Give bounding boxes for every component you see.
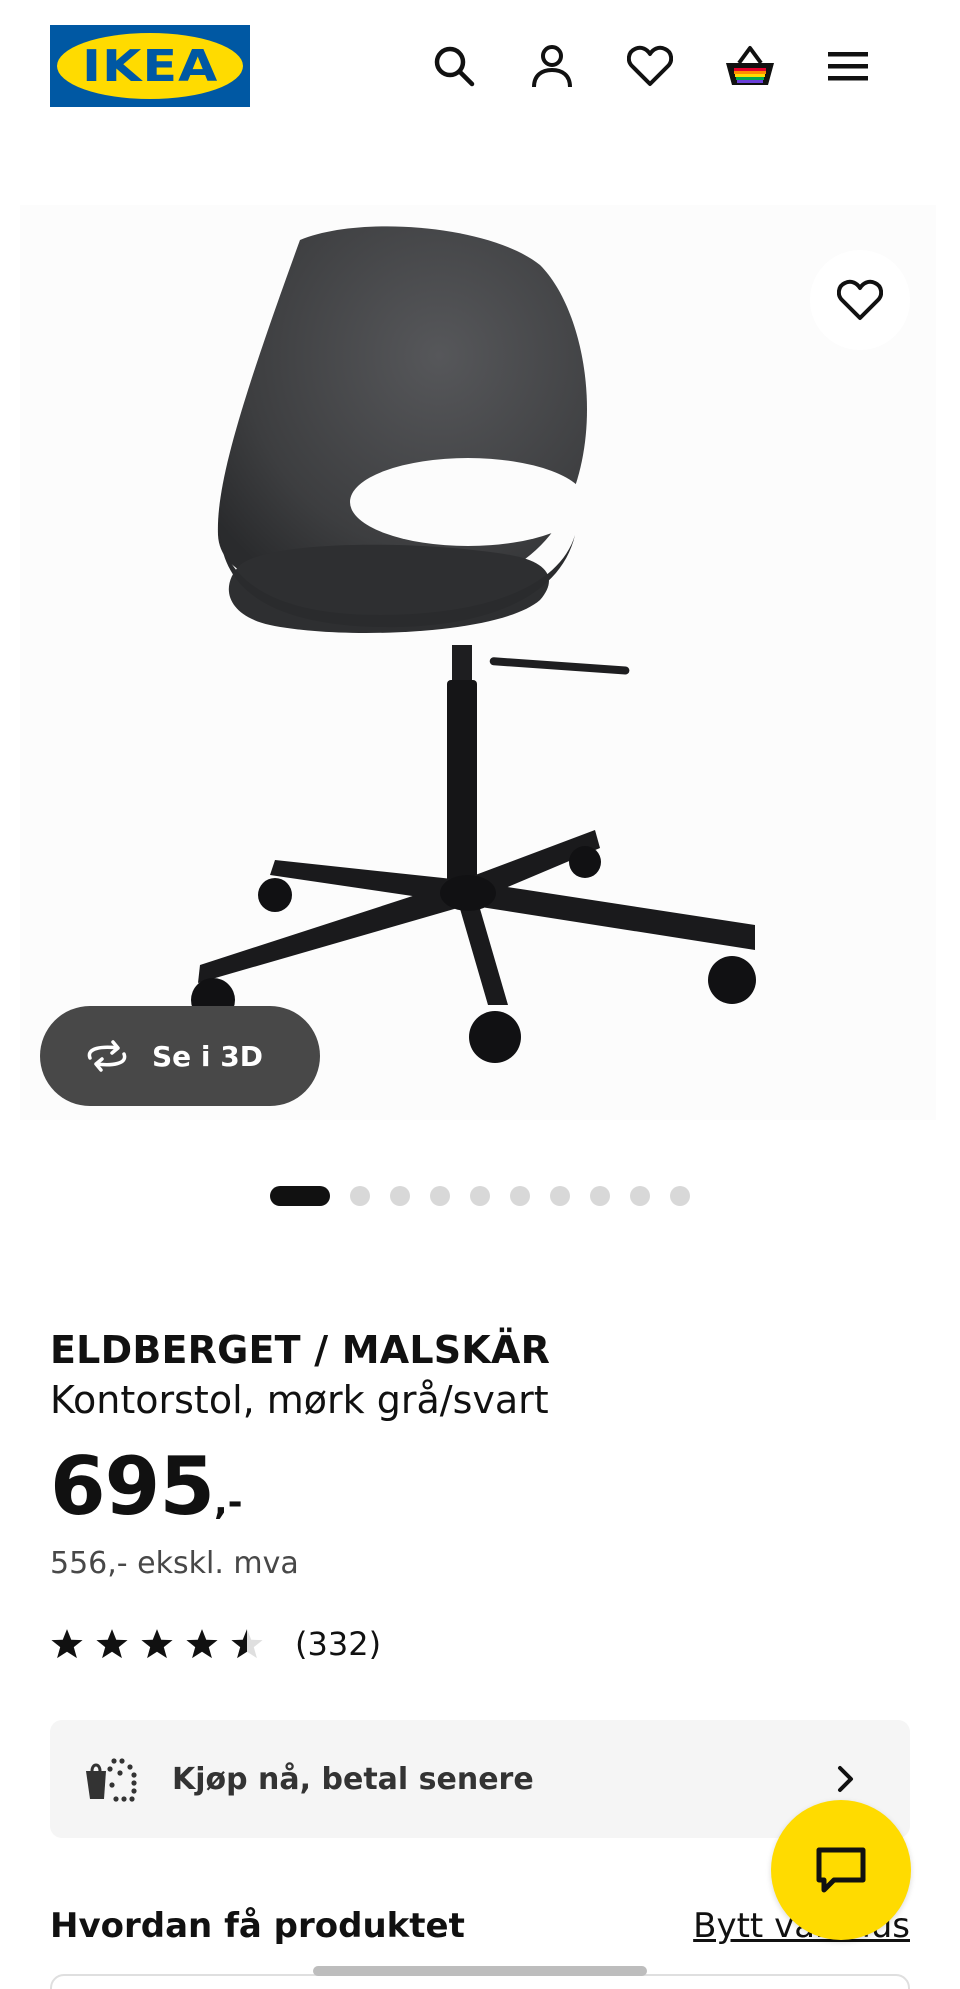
rotate-3d-icon: [87, 1040, 127, 1072]
carousel-dot-8[interactable]: [590, 1186, 610, 1206]
carousel-dot-2[interactable]: [350, 1186, 370, 1206]
star-full-icon: [186, 1629, 218, 1659]
star-full-icon: [51, 1629, 83, 1659]
buy-now-pay-later-card[interactable]: Kjøp nå, betal senere: [50, 1720, 910, 1838]
star-full-icon: [96, 1629, 128, 1659]
basket-icon[interactable]: [720, 36, 780, 96]
save-to-wishlist-button[interactable]: [810, 250, 910, 350]
header: IKEA: [0, 0, 960, 130]
view-in-3d-label: Se i 3D: [152, 1039, 263, 1073]
star-half-icon: [231, 1629, 263, 1659]
ikea-logo[interactable]: IKEA: [50, 25, 250, 107]
price-excluding-vat: 556,- ekskl. mva: [50, 1546, 299, 1581]
carousel-dot-4[interactable]: [430, 1186, 450, 1206]
delivery-section-title: Hvordan få produktet: [50, 1906, 465, 1946]
chevron-right-icon: [838, 1766, 853, 1792]
logo-oval: IKEA: [57, 33, 243, 99]
delivery-options-box[interactable]: [50, 1974, 910, 1989]
chat-button[interactable]: [771, 1800, 911, 1940]
product-rating[interactable]: (332): [50, 1625, 381, 1663]
user-icon[interactable]: [522, 36, 582, 96]
carousel-dot-7[interactable]: [550, 1186, 570, 1206]
product-price: 695,-: [50, 1440, 243, 1533]
image-carousel-indicator: [270, 1186, 710, 1206]
rating-count: (332): [295, 1625, 382, 1663]
heart-icon: [837, 279, 883, 320]
logo-text: IKEA: [81, 40, 219, 92]
product-name: ELDBERGET / MALSKÄR: [50, 1328, 551, 1372]
price-value: 695: [50, 1440, 215, 1533]
star-full-icon: [141, 1629, 173, 1659]
product-description: Kontorstol, mørk grå/svart: [50, 1378, 549, 1422]
wishlist-heart-icon[interactable]: [620, 36, 680, 96]
shopping-bag-icon: [86, 1758, 137, 1802]
price-suffix: ,-: [214, 1482, 243, 1523]
product-image[interactable]: [20, 205, 936, 1120]
carousel-dot-1[interactable]: [270, 1186, 330, 1206]
view-in-3d-button[interactable]: Se i 3D: [40, 1006, 320, 1106]
search-icon[interactable]: [424, 36, 484, 96]
buy-now-pay-later-label: Kjøp nå, betal senere: [172, 1761, 534, 1797]
carousel-dot-3[interactable]: [390, 1186, 410, 1206]
carousel-dot-9[interactable]: [630, 1186, 650, 1206]
rating-stars: [50, 1627, 275, 1661]
carousel-dot-5[interactable]: [470, 1186, 490, 1206]
carousel-dot-6[interactable]: [510, 1186, 530, 1206]
office-chair-image: [191, 226, 756, 1063]
chat-bubble-icon: [816, 1847, 866, 1893]
carousel-dot-10[interactable]: [670, 1186, 690, 1206]
menu-icon[interactable]: [818, 36, 878, 96]
home-indicator[interactable]: [313, 1966, 647, 1976]
